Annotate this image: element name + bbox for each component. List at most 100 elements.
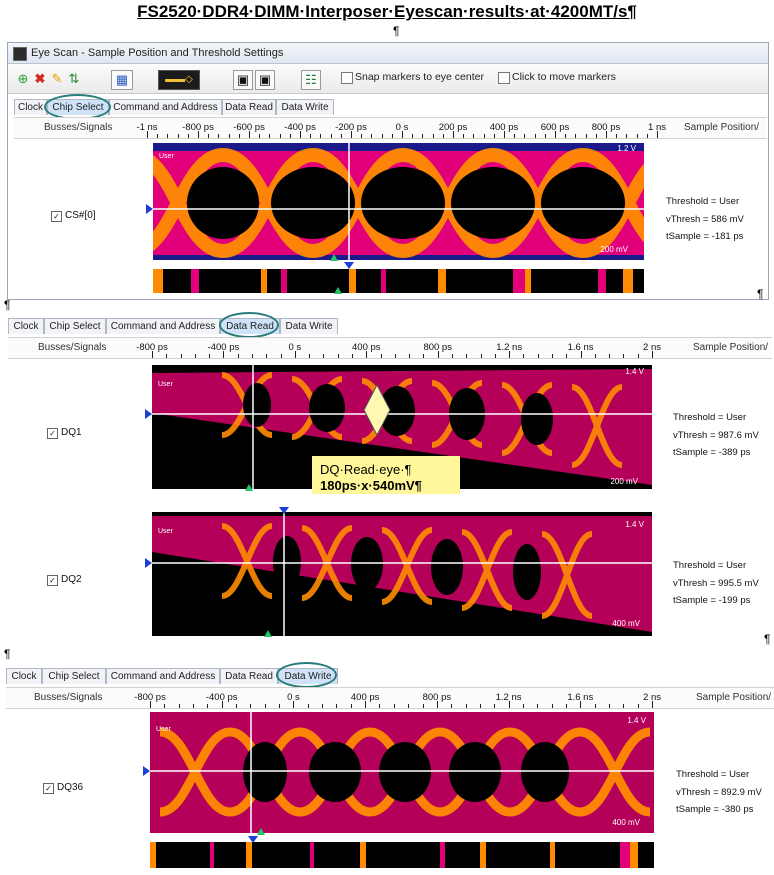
axis-minor-tick	[479, 704, 481, 708]
axis-minor-tick	[218, 134, 220, 138]
axis-major-tick	[555, 131, 556, 138]
tab-data-write[interactable]: Data Write	[276, 99, 334, 115]
axis-minor-tick	[442, 134, 444, 138]
signal-dq1[interactable]: ✓ DQ1	[47, 427, 82, 439]
axis-minor-tick	[408, 704, 410, 708]
axis-major-tick	[606, 131, 607, 138]
threshold-value: Threshold = User	[673, 412, 747, 423]
axis-minor-tick	[409, 354, 411, 358]
axis-minor-tick	[595, 134, 597, 138]
axis-minor-tick	[322, 704, 324, 708]
axis-minor-tick	[279, 134, 281, 138]
axis-minor-tick	[565, 704, 567, 708]
axis-minor-tick	[422, 704, 424, 708]
click-to-move-checkbox[interactable]	[498, 72, 510, 84]
top-voltage-label: 1.4 V	[625, 520, 644, 529]
tab-command-address[interactable]: Command and Address	[109, 99, 222, 115]
axis-minor-tick	[522, 704, 524, 708]
bottom-voltage-label: 200 mV	[600, 245, 628, 254]
axis-major-tick	[294, 351, 296, 358]
axis-minor-tick	[637, 704, 639, 708]
signal-checkbox[interactable]: ✓	[47, 428, 58, 439]
axis-minor-tick	[493, 134, 495, 138]
axis-minor-tick	[337, 354, 339, 358]
lock-icon[interactable]: ▣	[233, 70, 253, 90]
axis-major-tick	[508, 701, 510, 708]
sort-icon[interactable]: ⇅	[66, 70, 82, 88]
paragraph-mark: ¶	[4, 647, 11, 661]
sample-marker-green[interactable]	[245, 484, 253, 491]
tab-data-read[interactable]: Data Read	[220, 668, 278, 684]
tab-chip-select[interactable]: Chip Select	[42, 668, 106, 684]
axis-minor-tick	[637, 354, 639, 358]
threshold-marker-left[interactable]	[146, 204, 153, 214]
click-to-move-label: Click to move markers	[512, 71, 616, 83]
axis-major-tick	[652, 351, 653, 358]
eye-diagram-dq2[interactable]: User 1.4 V 400 mV	[152, 512, 652, 636]
axis-minor-tick	[537, 704, 539, 708]
axis-minor-tick	[238, 134, 240, 138]
axis-minor-tick	[207, 704, 209, 708]
add-icon[interactable]: ⊕	[16, 70, 30, 88]
axis-minor-tick	[252, 354, 253, 358]
signal-cs0[interactable]: ✓ CS#[0]	[51, 210, 96, 222]
sample-marker-green[interactable]	[330, 254, 338, 261]
bottom-voltage-label: 200 mV	[610, 477, 638, 486]
axis-minor-tick	[379, 704, 381, 708]
threshold-marker-left[interactable]	[145, 558, 152, 568]
threshold-marker-left[interactable]	[145, 409, 152, 419]
excel-export-icon[interactable]: ☷	[301, 70, 321, 90]
sample-info-cs0: Threshold = User vThresh = 586 mV tSampl…	[666, 193, 744, 246]
bus-marker-green[interactable]	[334, 287, 342, 294]
eye-diagram-cs0[interactable]: User 1.2 V 200 mV	[153, 143, 644, 260]
axis-minor-tick	[323, 354, 325, 358]
table-view-icon[interactable]: ▦	[111, 70, 133, 90]
sample-marker-blue[interactable]	[279, 507, 289, 514]
axis-minor-tick	[514, 134, 516, 138]
sample-marker-green[interactable]	[257, 828, 265, 835]
snap-markers-checkbox[interactable]	[341, 72, 353, 84]
axis-minor-tick	[187, 134, 189, 138]
axis-minor-tick	[336, 704, 338, 708]
axis-minor-tick	[228, 134, 230, 138]
lock-marker-icon[interactable]: ▣	[255, 70, 275, 90]
axis-minor-tick	[494, 354, 496, 358]
axis-major-tick	[437, 351, 439, 358]
axis-minor-tick	[451, 704, 453, 708]
threshold-marker-left[interactable]	[143, 766, 150, 776]
eye-diagram-dq36[interactable]: User 1.4 V 400 mV	[150, 712, 654, 833]
edit-pencil-icon[interactable]: ✎	[50, 70, 64, 88]
tab-data-write[interactable]: Data Write	[280, 318, 338, 334]
tsample-value: tSample = -389 ps	[673, 447, 751, 458]
signal-dq36[interactable]: ✓ DQ36	[43, 782, 83, 794]
tab-clock[interactable]: Clock	[6, 668, 42, 684]
sample-position-header: Sample Position/	[693, 342, 769, 353]
signal-dq2[interactable]: ✓ DQ2	[47, 574, 82, 586]
axis-minor-tick	[320, 134, 322, 138]
paragraph-mark: ¶	[757, 287, 764, 301]
callout-line-2: 180ps·x·540mV¶	[320, 478, 422, 493]
axis-minor-tick	[636, 134, 638, 138]
sample-marker-blue[interactable]	[344, 262, 354, 269]
tab-command-address[interactable]: Command and Address	[106, 318, 220, 334]
tab-clock[interactable]: Clock	[14, 99, 47, 115]
tab-clock[interactable]: Clock	[8, 318, 44, 334]
signal-checkbox[interactable]: ✓	[51, 211, 62, 222]
axis-major-tick	[436, 701, 438, 708]
tab-chip-select[interactable]: Chip Select	[44, 318, 106, 334]
delete-icon[interactable]: ✖	[33, 70, 47, 88]
axis-minor-tick	[422, 134, 424, 138]
vthresh-value: vThresh = 995.5 mV	[673, 577, 759, 589]
signal-checkbox[interactable]: ✓	[43, 783, 54, 794]
axis-minor-tick	[289, 134, 291, 138]
bus-marker-blue[interactable]	[248, 836, 258, 843]
sample-marker-green[interactable]	[264, 630, 272, 637]
bus-view-icon[interactable]: ▬▬◇	[158, 70, 200, 90]
axis-minor-tick	[480, 354, 482, 358]
column-header-3: Busses/Signals -800 ps -400 ps 0 s 400 ps 80…	[6, 687, 774, 709]
signal-checkbox[interactable]: ✓	[47, 575, 58, 586]
axis-major-tick	[223, 351, 225, 358]
eye-plot-dq2	[152, 512, 652, 636]
tab-command-address[interactable]: Command and Address	[106, 668, 220, 684]
tab-data-read[interactable]: Data Read	[222, 99, 276, 115]
